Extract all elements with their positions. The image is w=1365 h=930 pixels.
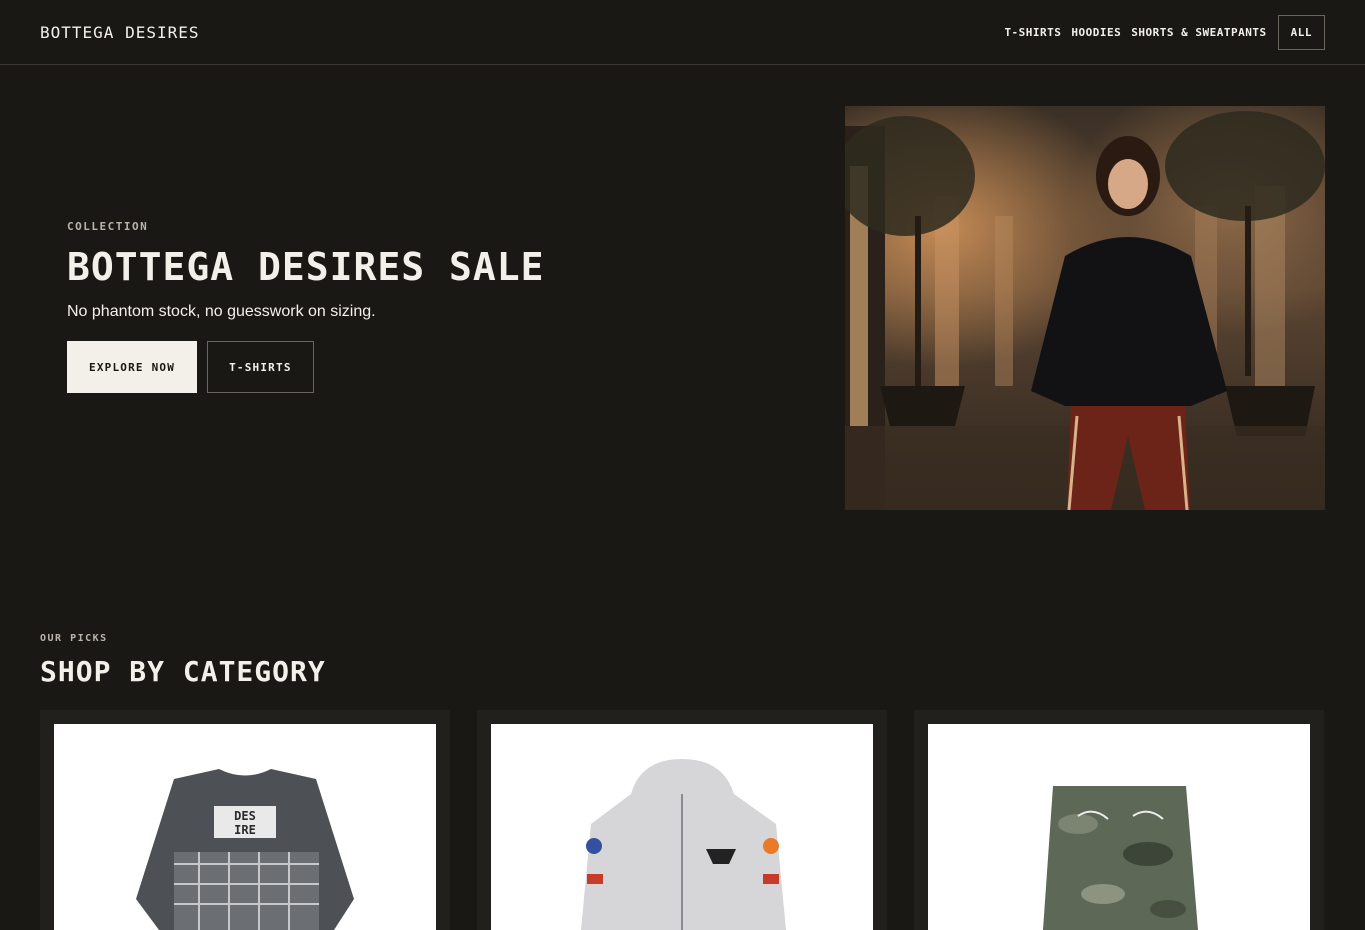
category-card-image: DES IRE <box>54 724 436 930</box>
category-card-shorts[interactable] <box>914 710 1324 930</box>
hero-buttons: EXPLORE NOW T-SHIRTS <box>67 341 545 393</box>
plaid-longsleeve-tee-icon: DES IRE <box>136 769 354 930</box>
brand-logo-link[interactable]: BOTTEGA DESIRES <box>40 23 200 42</box>
hero-eyebrow: COLLECTION <box>67 220 149 233</box>
tshirts-button[interactable]: T-SHIRTS <box>207 341 314 393</box>
category-card-image <box>491 724 873 930</box>
svg-text:IRE: IRE <box>234 823 256 837</box>
grey-zip-hoodie-icon <box>581 759 786 930</box>
svg-text:DES: DES <box>234 809 256 823</box>
hero-image <box>845 106 1325 510</box>
nav-link-all[interactable]: ALL <box>1277 14 1325 50</box>
nav-link-tshirts[interactable]: T-SHIRTS <box>1004 26 1061 39</box>
camo-shorts-icon <box>1043 786 1198 930</box>
hero-title: BOTTEGA DESIRES SALE <box>67 245 545 289</box>
category-card-hoodies[interactable] <box>477 710 887 930</box>
category-card-tshirts[interactable]: DES IRE <box>40 710 450 930</box>
category-cards: DES IRE <box>40 710 1324 930</box>
hero-subtitle: No phantom stock, no guesswork on sizing… <box>67 303 376 320</box>
hero-content: COLLECTION BOTTEGA DESIRES SALE No phant… <box>67 220 545 393</box>
section-eyebrow: OUR PICKS <box>40 633 108 644</box>
section-title: SHOP BY CATEGORY <box>40 655 326 688</box>
explore-now-button[interactable]: EXPLORE NOW <box>67 341 198 393</box>
main-nav: T-SHIRTS HOODIES SHORTS & SWEATPANTS ALL <box>1004 14 1325 50</box>
site-header: BOTTEGA DESIRES T-SHIRTS HOODIES SHORTS … <box>0 0 1365 65</box>
category-card-image <box>928 724 1310 930</box>
nav-link-hoodies[interactable]: HOODIES <box>1071 26 1121 39</box>
model-photo-icon <box>845 111 1325 510</box>
nav-link-shorts-sweatpants[interactable]: SHORTS & SWEATPANTS <box>1131 26 1266 39</box>
